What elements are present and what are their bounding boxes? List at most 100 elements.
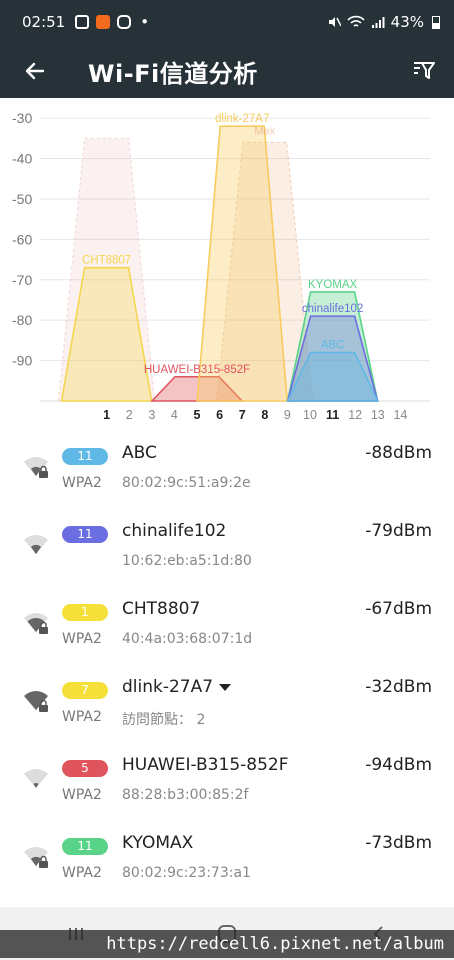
channel-tick-label: 6 (216, 408, 223, 422)
back-arrow-icon (25, 62, 45, 80)
expand-caret-icon[interactable] (219, 683, 232, 691)
y-tick-label: -60 (12, 231, 32, 247)
network-ssid: chinalife102 (122, 521, 226, 541)
filter-icon (414, 62, 435, 79)
wifi-signal-icon (24, 769, 48, 788)
network-ssid: KYOMAX (122, 833, 193, 853)
channel-graph: -30 -40 -50 -60 -70 -80 -90 1 2 3 4 5 6 7 8 9 10 11 12 13 14… (0, 98, 454, 428)
security-type: WPA2 (62, 475, 102, 491)
signal-label: HUAWEI-B315-852F (144, 364, 250, 376)
wifi-signal-icon (24, 691, 48, 712)
signal-label: ABC (321, 340, 345, 352)
channel-tick-label: 5 (194, 408, 201, 422)
signal-strength: -79dBm (365, 521, 432, 541)
y-tick-label: -70 (12, 272, 32, 288)
channel-tick-label: 1 (103, 408, 110, 422)
channel-badge: 11 (62, 448, 108, 465)
signal-strength: -94dBm (365, 755, 432, 775)
network-row[interactable]: 1 CHT8807 -67dBm WPA2 40:4a:03:68:07:1d (0, 584, 454, 662)
gallery-notification-icon (75, 15, 90, 29)
signal-strength: -73dBm (365, 833, 432, 853)
instagram-notification-icon (117, 15, 132, 29)
channel-tick-label: 10 (303, 408, 317, 422)
y-tick-label: -40 (12, 151, 32, 167)
channel-tick-label: 12 (348, 408, 362, 422)
channel-tick-label: 3 (148, 408, 155, 422)
channel-badge: 5 (62, 760, 108, 777)
network-ssid: CHT8807 (122, 599, 200, 619)
signal-strength: -67dBm (365, 599, 432, 619)
y-tick-label: -80 (12, 312, 32, 328)
mac-address: 訪問節點： 2 (122, 712, 206, 728)
network-ssid: ABC (122, 443, 157, 463)
app-notification-icon (96, 15, 111, 29)
signal-label: chinalife102 (302, 303, 363, 315)
network-row[interactable]: 11 chinalife102 -79dBm 10:62:eb:a5:1d:80 (0, 506, 454, 584)
wifi-signal-icon (24, 457, 48, 478)
app-bar: Wi-Fi信道分析 (0, 44, 454, 98)
network-ssid-text: dlink-27A7 (122, 677, 214, 697)
network-row[interactable]: 11 KYOMAX -73dBm WPA2 80:02:9c:23:73:a1 (0, 818, 454, 896)
filter-button[interactable] (394, 44, 454, 98)
watermark: https://redcell6.pixnet.net/album (0, 930, 454, 958)
network-ssid: dlink-27A7 (122, 677, 232, 697)
channel-tick-label: 14 (393, 408, 407, 422)
mac-address: 40:4a:03:68:07:1d (122, 631, 253, 647)
mac-address: 80:02:9c:23:73:a1 (122, 865, 251, 881)
channel-tick-label: 7 (239, 408, 246, 422)
security-type: WPA2 (62, 709, 102, 725)
status-time: 02:51 (22, 13, 66, 31)
wifi-signal-icon (24, 847, 48, 868)
status-bar: 02:51 • 43% (0, 0, 454, 44)
wifi-status-icon (347, 15, 365, 27)
signal-label: KYOMAX (308, 279, 358, 291)
y-tick-label: -90 (12, 353, 32, 369)
network-list: 11 ABC -88dBm WPA2 80:02:9c:51:a9:2e 11 … (0, 428, 454, 896)
signal-strength: -88dBm (365, 443, 432, 463)
y-tick-label: -50 (12, 191, 32, 207)
wifi-signal-indicator (22, 768, 50, 792)
channel-tick-label: 13 (371, 408, 385, 422)
y-tick-label: -30 (12, 110, 32, 126)
channel-badge: 7 (62, 682, 108, 699)
mac-address: 80:02:9c:51:a9:2e (122, 475, 251, 491)
network-ssid-text: chinalife102 (122, 521, 227, 541)
security-type: WPA2 (62, 865, 102, 881)
signal-label: CHT8807 (82, 255, 131, 267)
wifi-signal-indicator (22, 690, 50, 714)
battery-percent: 43% (390, 13, 424, 31)
battery-icon (432, 15, 440, 29)
network-ssid-text: CHT8807 (122, 599, 201, 619)
channel-tick-label: 9 (284, 408, 291, 422)
network-row[interactable]: 11 ABC -88dBm WPA2 80:02:9c:51:a9:2e (0, 428, 454, 506)
back-button[interactable] (0, 44, 70, 98)
channel-badge: 1 (62, 604, 108, 621)
cell-signal-icon (371, 16, 385, 28)
wifi-signal-indicator (22, 846, 50, 870)
wifi-signal-indicator (22, 456, 50, 480)
network-row[interactable]: 7 dlink-27A7 -32dBm WPA2 訪問節點： 2 (0, 662, 454, 740)
wifi-signal-icon (24, 613, 48, 634)
network-row[interactable]: 5 HUAWEI-B315-852F -94dBm WPA2 88:28:b3:… (0, 740, 454, 818)
page-title: Wi-Fi信道分析 (88, 59, 258, 88)
wifi-signal-indicator (22, 534, 50, 558)
security-type: WPA2 (62, 631, 102, 647)
mute-icon (328, 17, 341, 27)
channel-tick-label: 8 (261, 408, 268, 422)
wifi-signal-indicator (22, 612, 50, 636)
more-notifications-dot: • (140, 13, 150, 31)
wifi-signal-icon (24, 535, 48, 554)
channel-tick-label: 4 (171, 408, 178, 422)
security-type: WPA2 (62, 787, 102, 803)
mac-address: 10:62:eb:a5:1d:80 (122, 553, 252, 569)
channel-tick-label: 11 (326, 408, 339, 422)
mac-address: 88:28:b3:00:85:2f (122, 787, 249, 803)
network-ssid: HUAWEI-B315-852F (122, 755, 289, 775)
channel-badge: 11 (62, 526, 108, 543)
signal-strength: -32dBm (365, 677, 432, 697)
network-ssid-text: KYOMAX (122, 833, 194, 853)
channel-tick-label: 2 (126, 408, 133, 422)
network-ssid-text: HUAWEI-B315-852F (122, 755, 289, 775)
channel-graph-svg: -30-40-50-60-70-80-901 2 3 4 5 6 7 8 9 10 11 12 13 14… (12, 110, 430, 422)
channel-badge: 11 (62, 838, 108, 855)
